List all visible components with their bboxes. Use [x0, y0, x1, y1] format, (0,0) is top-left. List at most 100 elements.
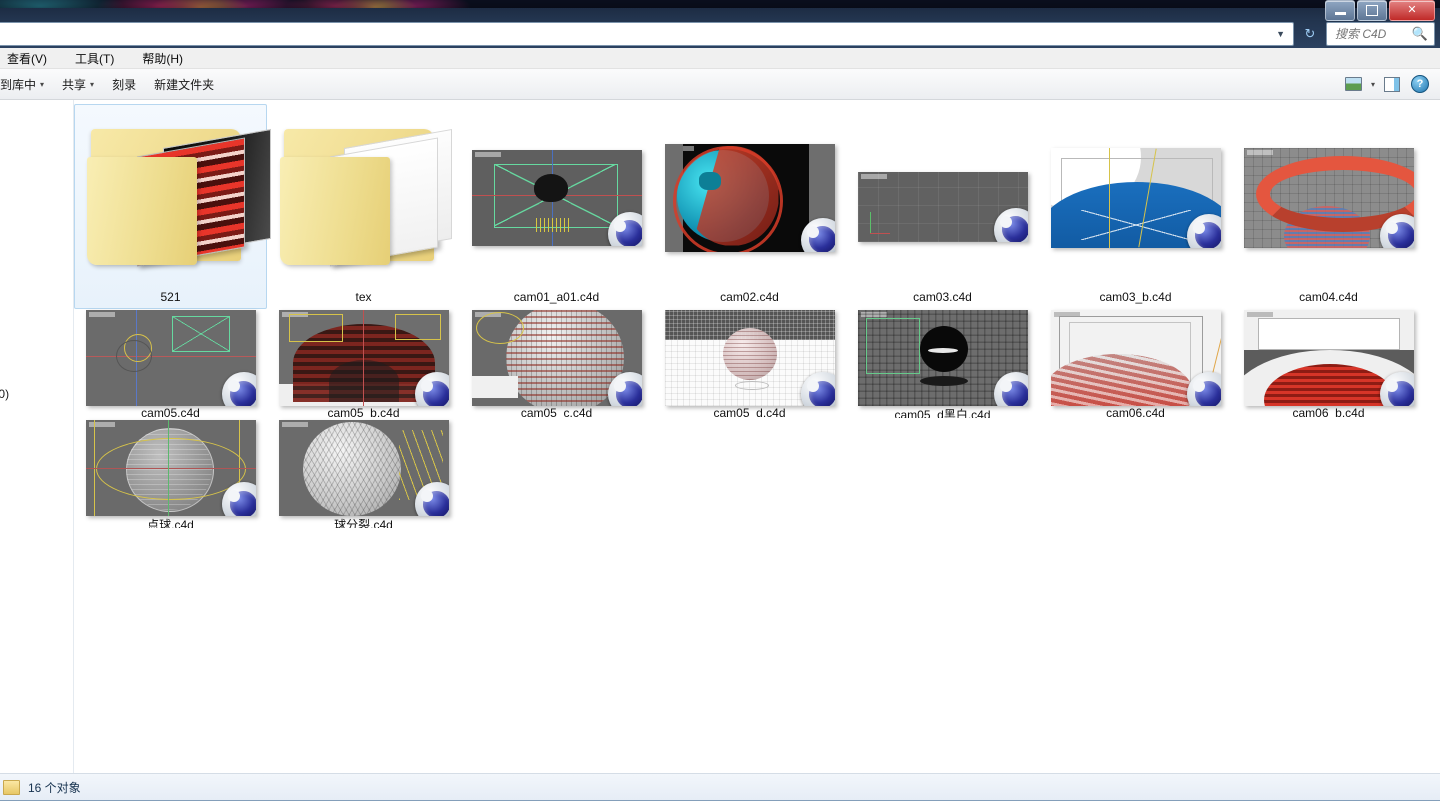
file-item-label: cam06.c4d: [1106, 406, 1165, 418]
c4d-thumbnail-image: [1051, 310, 1221, 406]
file-item-cam05-b[interactable]: cam05_b.c4d: [267, 309, 460, 419]
close-button[interactable]: ✕: [1389, 0, 1435, 21]
file-item-label: cam05_c.c4d: [521, 406, 592, 418]
window-body: ☁ iCloud Files ★ 我的位置 本地磁盘 (C:): [0, 100, 1440, 773]
c4d-thumbnail-image: [279, 420, 449, 516]
file-thumbnail: [1040, 310, 1231, 406]
address-bar: ◀ ▶ 联播 ▸ C4D ▸ ▼ ↻ 🔍: [0, 20, 1440, 48]
file-item-folder-tex[interactable]: tex: [267, 104, 460, 309]
sidebar-item-drive-g[interactable]: 工作 (G:): [0, 346, 73, 365]
preview-pane-button[interactable]: [1381, 74, 1403, 94]
search-icon: 🔍: [1412, 26, 1428, 42]
folder-thumbnail: [75, 105, 266, 290]
file-thumbnail: [268, 310, 459, 406]
sidebar-item-drive-i[interactable]: 备份 (I:): [0, 365, 73, 384]
file-thumbnail: [268, 420, 459, 516]
file-item-cam05-d-heibai[interactable]: cam05_d黑白.c4d: [846, 309, 1039, 419]
file-item-label: cam05_b.c4d: [327, 406, 399, 418]
refresh-button[interactable]: ↻: [1299, 23, 1321, 45]
file-item-cam04[interactable]: cam04.c4d: [1232, 104, 1425, 309]
c4d-badge-icon: [222, 372, 256, 406]
file-item-label: cam03.c4d: [913, 290, 972, 308]
file-item-cam05-c[interactable]: cam05_c.c4d: [460, 309, 653, 419]
menu-help[interactable]: 帮助(H): [138, 49, 187, 68]
menu-view[interactable]: 查看(V): [3, 49, 51, 68]
file-thumbnail: [461, 105, 652, 290]
file-item-cam01-a01[interactable]: cam01_a01.c4d: [460, 104, 653, 309]
icon-grid: 521 tex: [74, 100, 1440, 529]
file-item-label: cam01_a01.c4d: [514, 290, 599, 308]
sidebar-item-my-places[interactable]: ★ 我的位置: [0, 137, 73, 156]
chevron-down-icon: ▾: [40, 80, 44, 89]
file-item-cam06-b[interactable]: cam06_b.c4d: [1232, 309, 1425, 419]
window-titlebar[interactable]: ✕: [0, 8, 1440, 20]
chevron-down-icon: ▾: [90, 80, 94, 89]
folder-thumbnail: [268, 105, 459, 290]
add-to-library-label: 到库中: [0, 76, 36, 93]
file-thumbnail: [847, 105, 1038, 290]
minimize-button[interactable]: [1325, 0, 1355, 21]
chevron-down-icon[interactable]: ▾: [1371, 80, 1375, 89]
sidebar-item-nas[interactable]: NAS-3 (10.10.20.10): [0, 384, 73, 403]
search-field[interactable]: 🔍: [1326, 22, 1435, 46]
file-item-folder-521[interactable]: 521: [74, 104, 267, 309]
sidebar-item-icloud-files[interactable]: ☁ iCloud Files: [0, 106, 73, 125]
file-item-cam05-d[interactable]: cam05_d.c4d: [653, 309, 846, 419]
nav-group-drives: 本地磁盘 (C:) 软件 工作 (G:) 备份 (I:) NAS-3 (10.1…: [0, 308, 73, 403]
file-thumbnail: [75, 420, 266, 516]
c4d-thumbnail-image: [472, 310, 642, 406]
c4d-thumbnail-image: [86, 420, 256, 516]
chevron-down-icon[interactable]: ▼: [1276, 29, 1289, 39]
folder-icon: [3, 780, 20, 795]
view-options-icon: [1345, 77, 1362, 91]
file-list-pane[interactable]: 521 tex: [74, 100, 1440, 773]
file-item-dianqiu[interactable]: 点球.c4d: [74, 419, 267, 529]
file-item-cam03[interactable]: cam03.c4d: [846, 104, 1039, 309]
navigation-pane[interactable]: ☁ iCloud Files ★ 我的位置 本地磁盘 (C:): [0, 100, 74, 773]
c4d-thumbnail-image: [472, 150, 642, 246]
status-text: 16 个对象: [28, 779, 81, 796]
sidebar-item-drive-c[interactable]: 本地磁盘 (C:): [0, 308, 73, 327]
c4d-thumbnail-image: [1244, 148, 1414, 248]
menu-tools[interactable]: 工具(T): [71, 49, 118, 68]
breadcrumb[interactable]: 联播 ▸ C4D ▸ ▼: [0, 22, 1294, 46]
help-button[interactable]: ?: [1409, 74, 1431, 94]
file-item-cam03-b[interactable]: cam03_b.c4d: [1039, 104, 1232, 309]
c4d-thumbnail-image: [665, 144, 835, 252]
status-bar: 16 个对象: [0, 773, 1440, 800]
file-thumbnail: [1233, 310, 1424, 406]
c4d-thumbnail-image: [1051, 148, 1221, 248]
nav-group-cloud: ☁ iCloud Files: [0, 106, 73, 125]
menu-bar: 查看(V) 工具(T) 帮助(H): [0, 48, 1440, 69]
add-to-library-button[interactable]: 到库中 ▾: [0, 72, 53, 97]
file-item-label: tex: [355, 290, 371, 308]
burn-button[interactable]: 刻录: [103, 72, 145, 97]
search-input[interactable]: [1333, 26, 1408, 42]
file-item-label: 球分裂.c4d: [334, 516, 393, 528]
c4d-thumbnail-image: [1244, 310, 1414, 406]
sidebar-item-label: NAS-3 (10.10.20.10): [0, 387, 9, 401]
new-folder-label: 新建文件夹: [154, 76, 214, 93]
preview-pane-icon: [1384, 77, 1400, 92]
share-button[interactable]: 共享 ▾: [53, 72, 103, 97]
help-icon: ?: [1411, 75, 1429, 93]
c4d-thumbnail-image: [279, 310, 449, 406]
file-thumbnail: [75, 310, 266, 406]
file-thumbnail: [1040, 105, 1231, 290]
share-label: 共享: [62, 76, 86, 93]
c4d-thumbnail-image: [86, 310, 256, 406]
file-item-cam02[interactable]: cam02.c4d: [653, 104, 846, 309]
file-item-cam05[interactable]: cam05.c4d: [74, 309, 267, 419]
c4d-badge-icon: [801, 218, 835, 252]
sidebar-item-software[interactable]: 软件: [0, 327, 73, 346]
file-item-label: cam05_d.c4d: [713, 406, 785, 418]
file-item-qiufenlie[interactable]: 球分裂.c4d: [267, 419, 460, 529]
maximize-restore-button[interactable]: [1357, 0, 1387, 21]
file-thumbnail: [1233, 105, 1424, 290]
file-item-cam06[interactable]: cam06.c4d: [1039, 309, 1232, 419]
file-item-label: cam04.c4d: [1299, 290, 1358, 308]
burn-label: 刻录: [112, 76, 136, 93]
view-options-button[interactable]: [1343, 74, 1365, 94]
new-folder-button[interactable]: 新建文件夹: [145, 72, 223, 97]
file-item-label: cam03_b.c4d: [1099, 290, 1171, 308]
